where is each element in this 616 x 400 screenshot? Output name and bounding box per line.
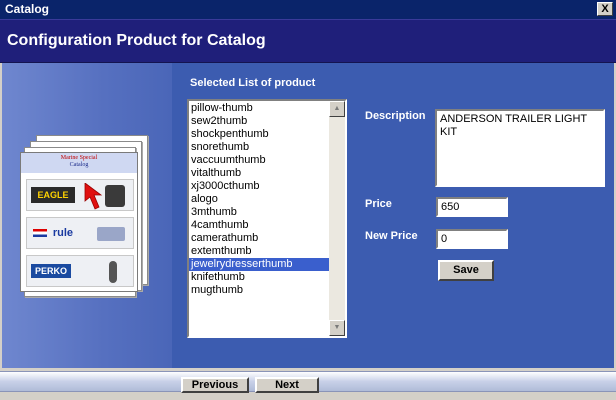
- header-banner: Configuration Product for Catalog: [0, 19, 616, 63]
- left-panel: Marine Special Catalog EAGLE rule PERKO: [2, 63, 172, 368]
- next-button[interactable]: Next: [255, 377, 319, 393]
- product-list-items: pillow-thumb sew2thumb shockpenthumb snoret…: [189, 102, 330, 297]
- catalog-page-front: Marine Special Catalog EAGLE rule PERKO: [20, 152, 138, 292]
- product-list-item[interactable]: extemthumb: [189, 245, 330, 258]
- new-price-field[interactable]: 0: [436, 229, 508, 249]
- close-icon: X: [601, 3, 609, 15]
- product-list-item[interactable]: mugthumb: [189, 284, 330, 297]
- product-list-item[interactable]: snorethumb: [189, 141, 330, 154]
- footer-bar: Previous Next: [0, 368, 616, 400]
- catalog-product-rule: rule: [26, 217, 134, 249]
- rule-logo: rule: [31, 225, 75, 241]
- new-price-label: New Price: [365, 230, 418, 242]
- close-button[interactable]: X: [597, 2, 613, 16]
- product-list-item[interactable]: 4camthumb: [189, 219, 330, 232]
- product-list-item[interactable]: vitalthumb: [189, 167, 330, 180]
- light-icon: [109, 261, 117, 283]
- product-list-item[interactable]: 3mthumb: [189, 206, 330, 219]
- product-listbox[interactable]: pillow-thumb sew2thumb shockpenthumb snoret…: [187, 99, 347, 338]
- description-label: Description: [365, 110, 426, 122]
- navigation-strip: Previous Next: [0, 371, 616, 393]
- product-list-item[interactable]: camerathumb: [189, 232, 330, 245]
- catalog-title: Marine Special: [60, 155, 98, 161]
- fishfinder-icon: [105, 185, 125, 207]
- previous-button[interactable]: Previous: [181, 377, 249, 393]
- scroll-up-button[interactable]: ▲: [329, 101, 345, 117]
- catalog-subtitle: Catalog: [69, 162, 89, 168]
- main-content: Marine Special Catalog EAGLE rule PERKO: [2, 63, 614, 368]
- product-list-item[interactable]: xj3000cthumb: [189, 180, 330, 193]
- product-list-item[interactable]: vaccuumthumb: [189, 154, 330, 167]
- eagle-logo: EAGLE: [31, 187, 75, 203]
- product-list-item[interactable]: alogo: [189, 193, 330, 206]
- perko-logo: PERKO: [31, 264, 71, 278]
- title-bar: Catalog X: [0, 0, 616, 19]
- list-scrollbar[interactable]: ▲ ▼: [329, 101, 345, 336]
- product-list-item[interactable]: pillow-thumb: [189, 102, 330, 115]
- pump-icon: [97, 227, 125, 241]
- product-list-item[interactable]: jewelrydresserthumb: [189, 258, 330, 271]
- product-list-item[interactable]: knifethumb: [189, 271, 330, 284]
- price-field[interactable]: 650: [436, 197, 508, 217]
- scroll-down-button[interactable]: ▼: [329, 320, 345, 336]
- catalog-window: Catalog X Configuration Product for Cata…: [0, 0, 616, 400]
- product-list-item[interactable]: shockpenthumb: [189, 128, 330, 141]
- product-list-label: Selected List of product: [190, 77, 316, 89]
- window-title: Catalog: [5, 2, 50, 16]
- product-list-item[interactable]: sew2thumb: [189, 115, 330, 128]
- catalog-product-perko: PERKO: [26, 255, 134, 287]
- catalog-product-eagle: EAGLE: [26, 179, 134, 211]
- price-label: Price: [365, 198, 392, 210]
- arrow-down-icon: ▼: [333, 324, 341, 331]
- catalog-illustration: Marine Special Catalog EAGLE rule PERKO: [20, 135, 160, 297]
- pointer-arrow-icon: [84, 183, 103, 210]
- arrow-up-icon: ▲: [333, 105, 341, 112]
- page-title: Configuration Product for Catalog: [7, 32, 266, 49]
- save-button[interactable]: Save: [438, 260, 494, 281]
- description-field[interactable]: ANDERSON TRAILER LIGHT KIT: [435, 109, 605, 187]
- catalog-header: Marine Special Catalog: [21, 153, 137, 173]
